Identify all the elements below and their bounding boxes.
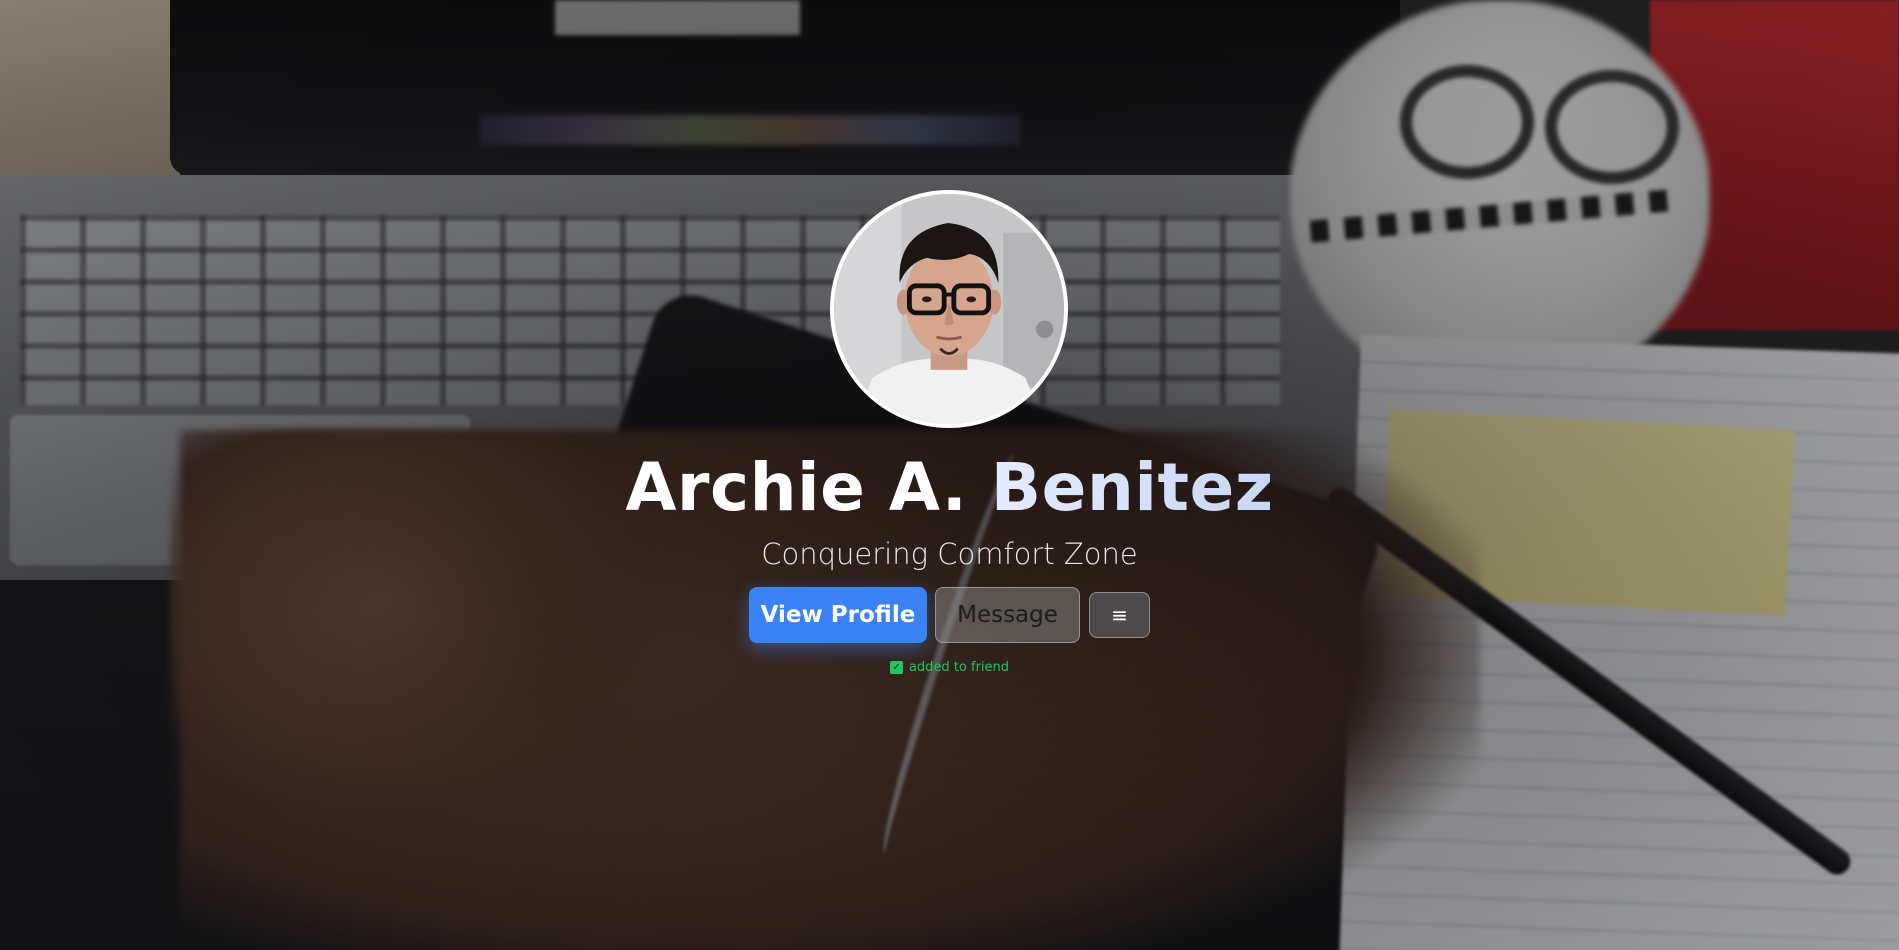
profile-tagline: Conquering Comfort Zone [761,537,1138,571]
profile-name: Archie A. Benitez [0,448,1899,528]
profile-card: Archie A. Benitez Conquering Comfort Zon… [0,0,1899,950]
checkbox-checked-icon: ✓ [889,661,903,674]
message-button[interactable]: Message [935,587,1080,643]
profile-page: Archie A. Benitez Conquering Comfort Zon… [0,0,1899,950]
friend-status: ✓ added to friend [0,660,1899,675]
avatar[interactable] [830,190,1068,428]
profile-first-name: Archie A. [625,449,968,526]
menu-button[interactable]: ≡ [1089,592,1150,638]
friend-status-text: added to friend [908,660,1010,675]
hamburger-menu-icon: ≡ [1111,603,1128,627]
user-photo-icon [834,194,1064,424]
profile-last-name: Benitez [990,449,1274,526]
view-profile-button[interactable]: View Profile [749,587,927,643]
